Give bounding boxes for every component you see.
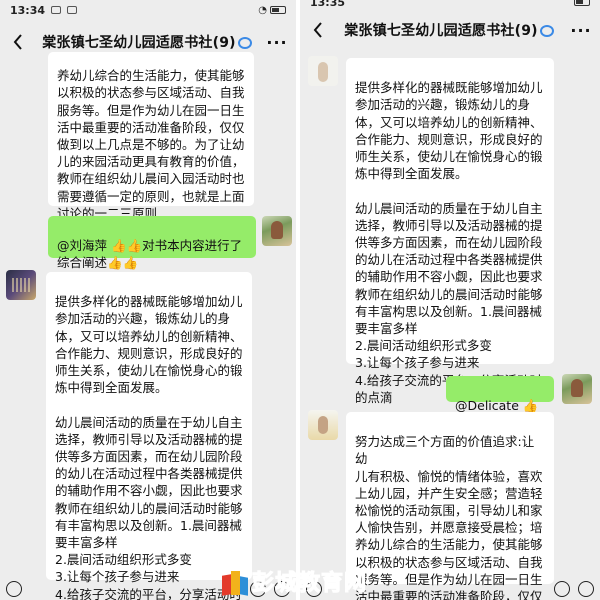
self-message-bubble[interactable]: @刘海萍 👍👍对书本内容进行了 综合阐述👍👍	[48, 216, 256, 270]
battery-icon	[270, 6, 286, 14]
chat-bubble-icon	[539, 25, 554, 37]
left-chat-screen: 13:34 ◔ 棠张镇七圣幼儿园适愿书社(9) ··· 养幼儿综合的生活能力，使…	[0, 0, 296, 600]
watermark-logo-icon	[222, 567, 248, 596]
more-button[interactable]: ···	[570, 21, 592, 40]
status-bar: 13:35	[300, 0, 600, 12]
message-bubble[interactable]: 努力达成三个方面的价值追求:让幼 儿有积极、愉悦的情绪体验，喜欢 上幼儿园，并产…	[346, 412, 554, 600]
back-icon	[13, 34, 22, 50]
status-time: 13:34	[10, 3, 46, 17]
message-text: 幼儿晨间活动的质量在于幼儿自主 选择，教师引导以及活动器械的提 供等多方面因素，…	[55, 414, 243, 600]
self-message-bubble[interactable]: @Delicate 👍👍	[446, 376, 554, 430]
status-time: 13:35	[310, 0, 346, 9]
chat-title-text: 棠张镇七圣幼儿园适愿书社(9)	[344, 23, 538, 39]
back-button[interactable]	[8, 30, 28, 54]
self-avatar[interactable]	[562, 374, 592, 404]
self-avatar[interactable]	[262, 216, 292, 246]
chat-bubble-icon	[237, 37, 252, 49]
more-button[interactable]: ···	[266, 33, 288, 52]
chat-header: 棠张镇七圣幼儿园适愿书社(9) ···	[300, 12, 600, 48]
chat-title-text: 棠张镇七圣幼儿园适愿书社(9)	[42, 35, 236, 51]
notification-icon	[67, 6, 78, 14]
message-bubble[interactable]: 养幼儿综合的生活能力，使其能够 以积极的状态参与区域活动、自我 服务等。但是作为…	[48, 52, 254, 221]
right-chat-screen: 13:35 棠张镇七圣幼儿园适愿书社(9) ··· 提供多样化的器械既能够增加幼…	[300, 0, 600, 600]
member-avatar[interactable]	[6, 270, 36, 300]
back-button[interactable]	[308, 18, 328, 42]
watermark-text: 彭城教育网	[251, 570, 368, 597]
voice-icon[interactable]	[6, 581, 22, 597]
battery-icon	[574, 0, 590, 6]
message-text: 养幼儿综合的生活能力，使其能够 以积极的状态参与区域活动、自我 服务等。但是作为…	[57, 68, 245, 221]
plus-icon[interactable]	[578, 581, 594, 597]
message-text: @刘海萍 👍👍对书本内容进行了 综合阐述👍👍	[57, 238, 243, 271]
wifi-icon: ◔	[258, 4, 267, 16]
chat-title: 棠张镇七圣幼儿园适愿书社(9)	[28, 32, 266, 52]
emoji-icon[interactable]	[554, 581, 570, 597]
message-text: 提供多样化的器械既能够增加幼儿 参加活动的兴趣，锻炼幼儿的身 体，又可以培养幼儿…	[355, 80, 543, 182]
message-text: 提供多样化的器械既能够增加幼儿 参加活动的兴趣，锻炼幼儿的身 体，又可以培养幼儿…	[55, 294, 243, 396]
message-bubble[interactable]: 提供多样化的器械既能够增加幼儿 参加活动的兴趣，锻炼幼儿的身 体，又可以培养幼儿…	[46, 272, 252, 600]
back-icon	[313, 22, 322, 38]
site-watermark: 彭城教育网	[222, 564, 392, 598]
message-bubble[interactable]: 提供多样化的器械既能够增加幼儿 参加活动的兴趣，锻炼幼儿的身 体，又可以培养幼儿…	[346, 58, 554, 405]
member-avatar[interactable]	[308, 410, 338, 440]
notification-icon	[51, 6, 62, 14]
member-avatar[interactable]	[308, 56, 338, 86]
chat-title: 棠张镇七圣幼儿园适愿书社(9)	[328, 20, 570, 40]
status-bar: 13:34 ◔	[0, 0, 296, 20]
